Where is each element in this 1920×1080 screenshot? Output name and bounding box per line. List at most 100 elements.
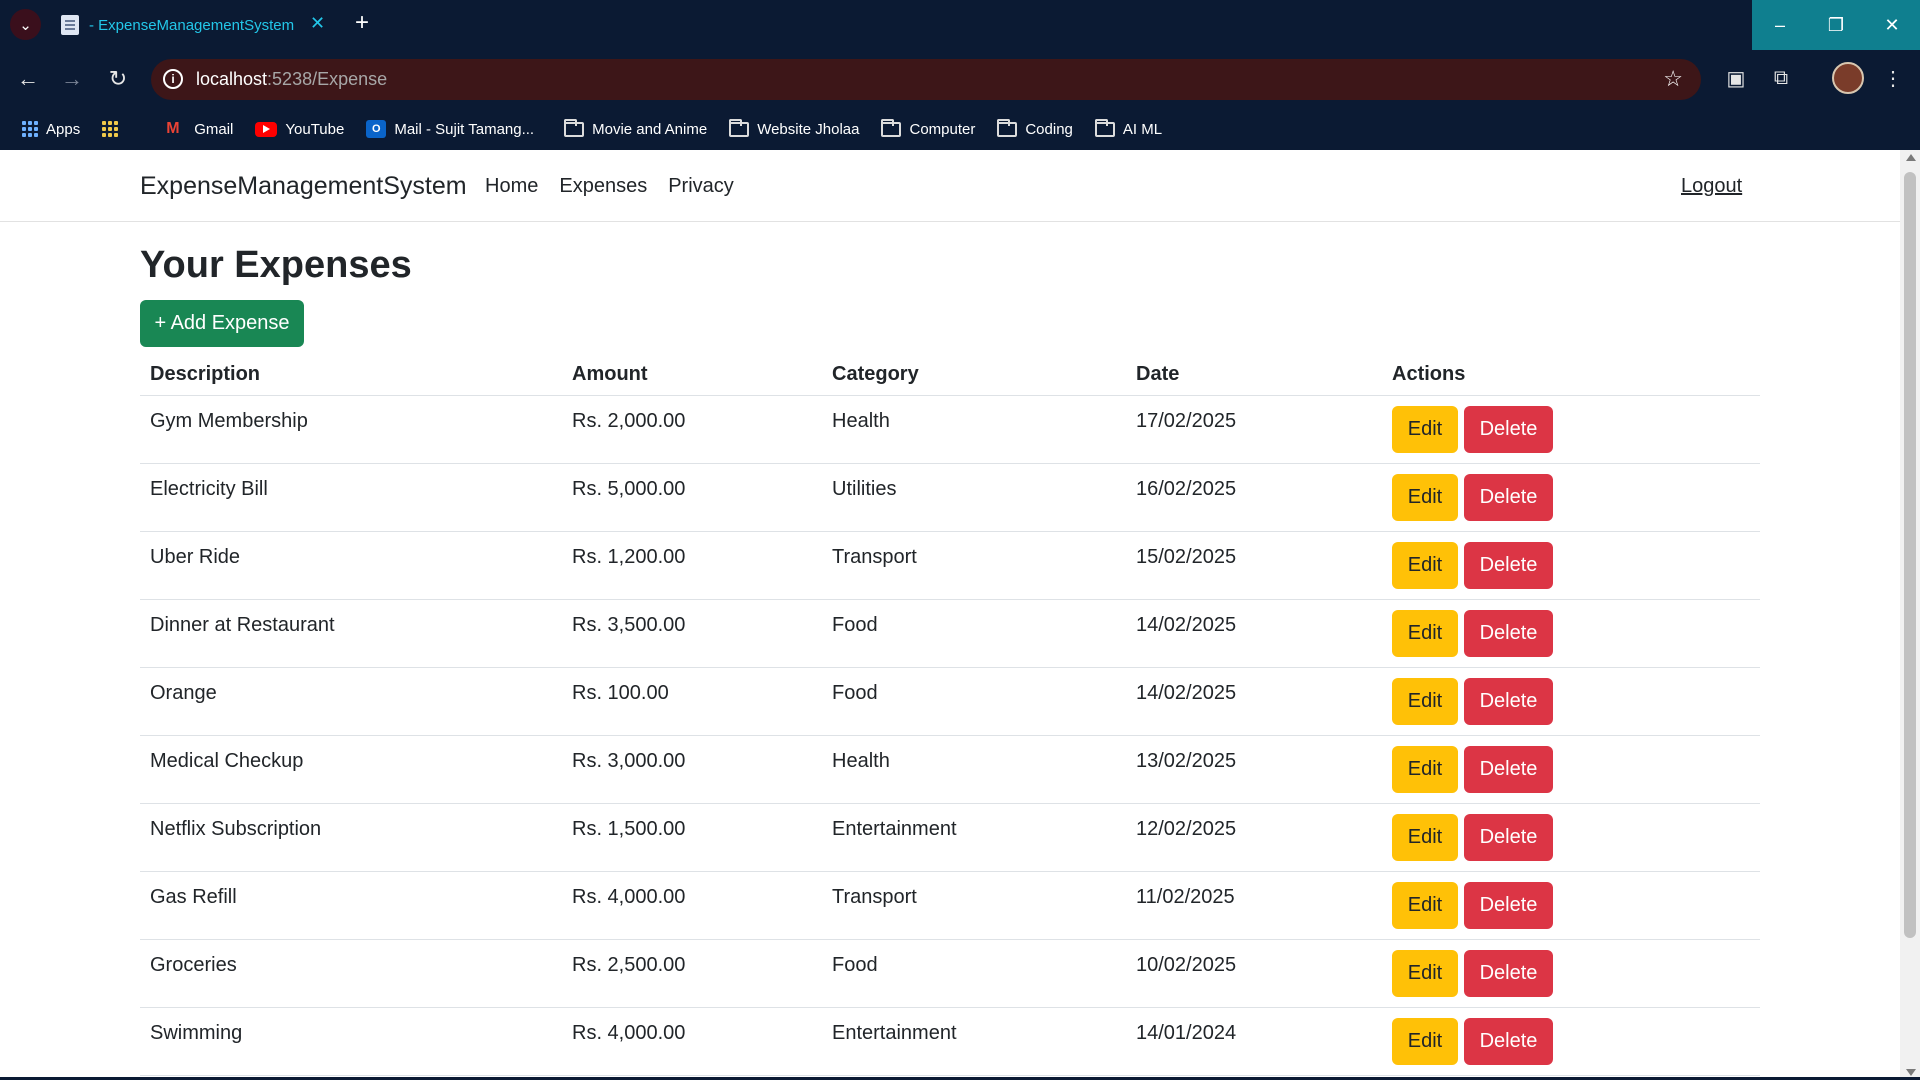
bookmark-gmail[interactable]: M Gmail bbox=[166, 121, 233, 138]
amount-cell: Rs. 100.00 bbox=[572, 682, 669, 704]
bookmark-label: Computer bbox=[909, 120, 976, 138]
description-cell: Orange bbox=[150, 682, 217, 704]
table-row: Gas Refill Rs. 4,000.00 Transport 11/02/202… bbox=[140, 872, 1760, 940]
column-header-actions: Actions bbox=[1392, 362, 1466, 385]
scroll-up-arrow-icon[interactable] bbox=[1906, 154, 1916, 161]
delete-button[interactable]: Delete bbox=[1464, 678, 1553, 725]
edit-button[interactable]: Edit bbox=[1392, 746, 1458, 793]
date-cell: 10/02/2025 bbox=[1136, 954, 1237, 976]
date-cell: 14/02/2025 bbox=[1136, 682, 1237, 704]
bookmark-folder-coding[interactable]: Coding bbox=[997, 118, 1073, 138]
column-header-date: Date bbox=[1136, 362, 1180, 385]
description-cell: Netflix Subscription bbox=[150, 818, 322, 840]
restore-button[interactable]: ❐ bbox=[1808, 0, 1864, 50]
folder-icon bbox=[881, 118, 902, 137]
gmail-icon: M bbox=[166, 120, 180, 137]
nav-link-expenses[interactable]: Expenses bbox=[559, 175, 647, 198]
reload-icon[interactable]: ↻ bbox=[103, 64, 133, 94]
amount-cell: Rs. 3,000.00 bbox=[572, 750, 686, 772]
actions-cell: Edit Delete bbox=[1382, 736, 1760, 803]
amount-cell: Rs. 2,500.00 bbox=[572, 954, 686, 976]
bookmark-apps-alt[interactable] bbox=[102, 121, 126, 137]
edit-button[interactable]: Edit bbox=[1392, 814, 1458, 861]
site-info-icon[interactable]: i bbox=[163, 69, 183, 89]
nav-links: Home Expenses Privacy bbox=[485, 175, 755, 198]
minimize-icon: – bbox=[1774, 14, 1785, 35]
nav-link-home[interactable]: Home bbox=[485, 175, 538, 198]
bookmark-folder-website[interactable]: Website Jholaa bbox=[729, 118, 860, 138]
browser-toolbar: ← → ↻ i localhost:5238/Expense ☆ ▣ ⧉ ⋮ bbox=[0, 50, 1920, 108]
forward-icon[interactable]: → bbox=[57, 64, 87, 94]
date-cell: 14/02/2025 bbox=[1136, 614, 1237, 636]
column-header-category: Category bbox=[832, 362, 919, 385]
bookmark-folder-movie[interactable]: Movie and Anime bbox=[564, 118, 707, 138]
actions-cell: Edit Delete bbox=[1382, 532, 1760, 599]
edit-button[interactable]: Edit bbox=[1392, 474, 1458, 521]
table-row: Gym Membership Rs. 2,000.00 Health 17/02/20… bbox=[140, 396, 1760, 464]
category-cell: Food bbox=[832, 954, 878, 976]
scrollbar-thumb[interactable] bbox=[1904, 172, 1916, 938]
back-icon[interactable]: ← bbox=[13, 64, 43, 94]
bookmark-folder-aiml[interactable]: AI ML bbox=[1094, 118, 1162, 138]
delete-button[interactable]: Delete bbox=[1464, 1018, 1553, 1065]
delete-button[interactable]: Delete bbox=[1464, 406, 1553, 453]
bookmark-star-icon[interactable]: ☆ bbox=[1663, 66, 1683, 92]
actions-cell: Edit Delete bbox=[1382, 600, 1760, 667]
browser-menu-icon[interactable]: ⋮ bbox=[1880, 65, 1906, 91]
edit-button[interactable]: Edit bbox=[1392, 950, 1458, 997]
minimize-button[interactable]: – bbox=[1752, 0, 1808, 50]
vertical-scrollbar[interactable] bbox=[1900, 150, 1920, 1080]
logout-link[interactable]: Logout bbox=[1681, 175, 1742, 198]
close-window-button[interactable]: ✕ bbox=[1864, 0, 1920, 50]
edit-button[interactable]: Edit bbox=[1392, 678, 1458, 725]
bookmark-folder-computer[interactable]: Computer bbox=[881, 118, 976, 138]
add-expense-button[interactable]: + Add Expense bbox=[140, 300, 304, 347]
address-bar[interactable]: i localhost:5238/Expense ☆ bbox=[151, 59, 1701, 100]
outlook-icon: O bbox=[366, 120, 387, 138]
edit-button[interactable]: Edit bbox=[1392, 882, 1458, 929]
delete-button[interactable]: Delete bbox=[1464, 474, 1553, 521]
bookmark-apps[interactable]: Apps bbox=[22, 121, 80, 138]
bookmark-outlook[interactable]: O Mail - Sujit Tamang... bbox=[366, 120, 534, 138]
tab-close-icon[interactable]: ✕ bbox=[310, 13, 325, 34]
extensions-puzzle-icon[interactable]: ⧉ bbox=[1768, 65, 1794, 91]
actions-cell: Edit Delete bbox=[1382, 668, 1760, 735]
brand-link[interactable]: ExpenseManagementSystem bbox=[140, 172, 467, 201]
edit-button[interactable]: Edit bbox=[1392, 1018, 1458, 1065]
youtube-icon bbox=[255, 121, 278, 137]
site-navbar: ExpenseManagementSystem Home Expenses Pr… bbox=[0, 150, 1900, 222]
category-cell: Food bbox=[832, 614, 878, 636]
amount-cell: Rs. 4,000.00 bbox=[572, 1022, 686, 1044]
bookmark-youtube[interactable]: YouTube bbox=[255, 121, 344, 138]
browser-tab[interactable]: - ExpenseManagementSystem bbox=[49, 0, 347, 50]
profile-avatar[interactable] bbox=[1832, 62, 1864, 94]
delete-button[interactable]: Delete bbox=[1464, 882, 1553, 929]
chevron-down-icon: ⌄ bbox=[19, 16, 32, 34]
browser-chrome: ⌄ - ExpenseManagementSystem ✕ + – ❐ ✕ ← … bbox=[0, 0, 1920, 150]
description-cell: Gas Refill bbox=[150, 886, 237, 908]
delete-button[interactable]: Delete bbox=[1464, 814, 1553, 861]
table-row: Netflix Subscription Rs. 1,500.00 Entertai… bbox=[140, 804, 1760, 872]
edit-button[interactable]: Edit bbox=[1392, 406, 1458, 453]
amount-cell: Rs. 1,500.00 bbox=[572, 818, 686, 840]
date-cell: 14/01/2024 bbox=[1136, 1022, 1237, 1044]
category-cell: Entertainment bbox=[832, 1022, 957, 1044]
edit-button[interactable]: Edit bbox=[1392, 610, 1458, 657]
description-cell: Electricity Bill bbox=[150, 478, 268, 500]
bookmark-label: Website Jholaa bbox=[757, 120, 860, 138]
close-icon: ✕ bbox=[1884, 14, 1900, 35]
delete-button[interactable]: Delete bbox=[1464, 746, 1553, 793]
delete-button[interactable]: Delete bbox=[1464, 610, 1553, 657]
scroll-down-arrow-icon[interactable] bbox=[1906, 1069, 1916, 1076]
description-cell: Groceries bbox=[150, 954, 237, 976]
page-title: Your Expenses bbox=[140, 244, 412, 286]
new-tab-icon[interactable]: + bbox=[355, 9, 369, 37]
category-cell: Transport bbox=[832, 546, 917, 568]
delete-button[interactable]: Delete bbox=[1464, 950, 1553, 997]
edit-button[interactable]: Edit bbox=[1392, 542, 1458, 589]
delete-button[interactable]: Delete bbox=[1464, 542, 1553, 589]
extension-app-icon[interactable]: ▣ bbox=[1723, 65, 1749, 91]
tab-search-button[interactable]: ⌄ bbox=[10, 9, 41, 40]
nav-link-privacy[interactable]: Privacy bbox=[668, 175, 734, 198]
category-cell: Food bbox=[832, 682, 878, 704]
